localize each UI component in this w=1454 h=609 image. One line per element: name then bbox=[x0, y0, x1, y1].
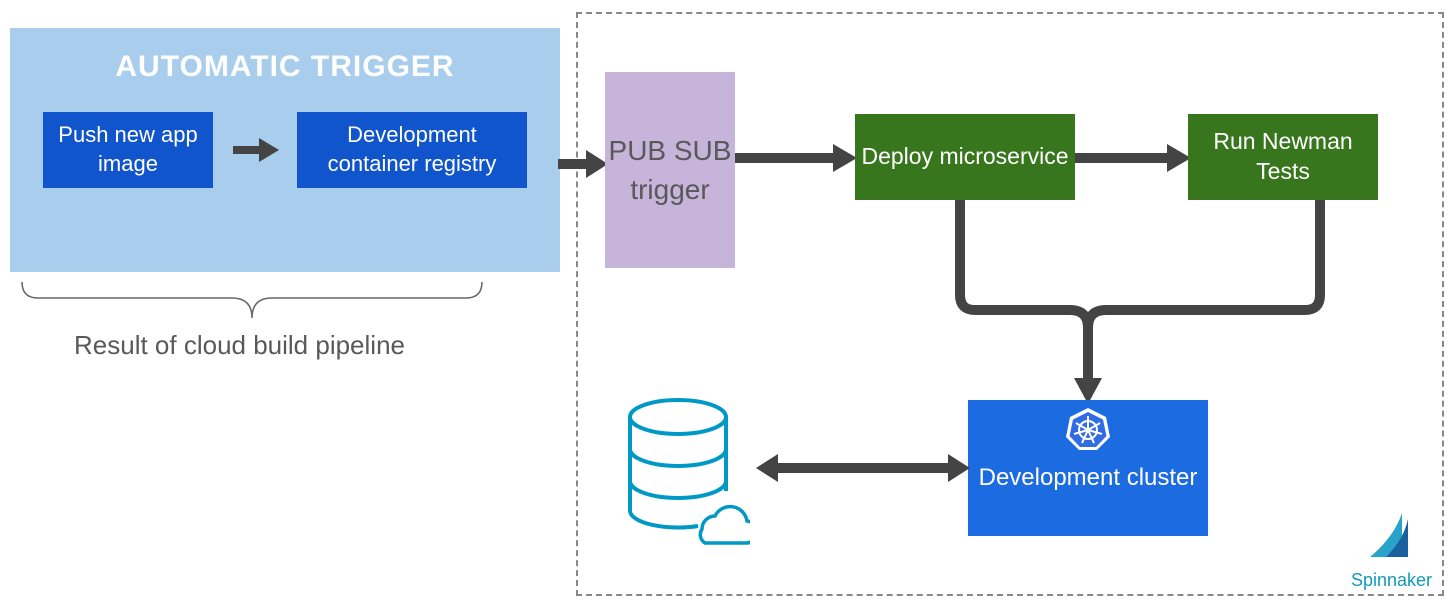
dev-container-registry-box: Development container registry bbox=[297, 112, 527, 188]
double-arrow-icon bbox=[756, 452, 970, 484]
spinnaker-label: Spinnaker bbox=[1351, 570, 1432, 591]
arrow-right-icon bbox=[1075, 142, 1191, 174]
development-cluster-box: Development cluster bbox=[968, 400, 1208, 536]
result-caption: Result of cloud build pipeline bbox=[74, 330, 405, 361]
push-app-image-box: Push new app image bbox=[43, 112, 213, 188]
brace-icon bbox=[18, 278, 486, 328]
run-newman-tests-box: Run Newman Tests bbox=[1188, 114, 1378, 200]
arrow-right-icon bbox=[558, 148, 608, 180]
merge-arrow-icon bbox=[940, 200, 1340, 404]
kubernetes-icon bbox=[1065, 406, 1111, 452]
pubsub-trigger-box: PUB SUB trigger bbox=[605, 72, 735, 268]
automatic-trigger-panel: AUTOMATIC TRIGGER Push new app image Dev… bbox=[10, 28, 560, 272]
development-cluster-label: Development cluster bbox=[968, 462, 1208, 493]
arrow-right-icon bbox=[231, 134, 279, 166]
arrow-right-icon bbox=[735, 142, 857, 174]
deploy-microservice-box: Deploy microservice bbox=[855, 114, 1075, 200]
automatic-trigger-title: AUTOMATIC TRIGGER bbox=[115, 50, 454, 84]
database-cloud-icon bbox=[620, 395, 750, 545]
trigger-boxes-row: Push new app image Development container… bbox=[43, 112, 527, 188]
spinnaker-branding: Spinnaker bbox=[1351, 509, 1432, 591]
spinnaker-sail-icon bbox=[1364, 509, 1418, 563]
